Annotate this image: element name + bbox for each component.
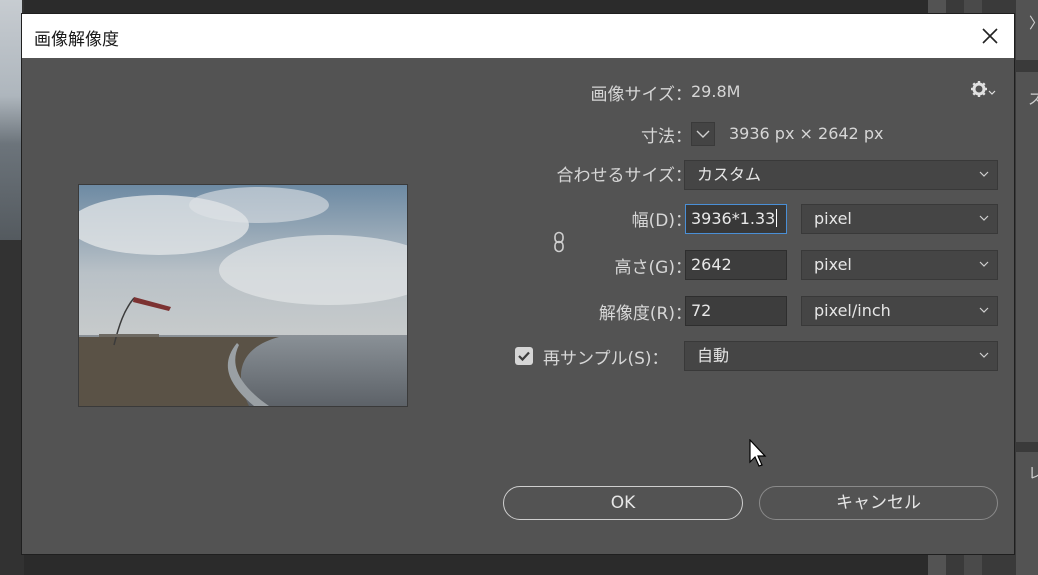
preview-photo xyxy=(79,185,407,406)
chevron-down-icon xyxy=(979,171,989,177)
panel-expand-label[interactable]: 〉 xyxy=(1029,12,1038,33)
resolution-unit-select[interactable]: pixel/inch xyxy=(801,296,998,326)
width-label: 幅(D)： xyxy=(631,211,692,231)
chevron-down-icon xyxy=(979,261,989,267)
resample-checkbox[interactable] xyxy=(515,347,533,365)
height-input[interactable]: 2642 xyxy=(685,250,787,280)
panel-title-fragment: ス xyxy=(1028,90,1038,108)
resolution-unit-value: pixel/inch xyxy=(814,301,891,320)
resample-method-select[interactable]: 自動 xyxy=(684,341,998,371)
image-size-value: 29.8M xyxy=(691,82,741,101)
chevron-down-icon xyxy=(979,307,989,313)
mouse-cursor xyxy=(749,438,769,469)
link-icon xyxy=(554,231,564,253)
height-unit-value: pixel xyxy=(814,255,852,274)
dimensions-unit-dropdown[interactable] xyxy=(691,122,715,146)
width-input[interactable]: 3936*1.33 xyxy=(685,204,787,234)
close-button[interactable] xyxy=(976,22,1004,50)
chevron-down-icon xyxy=(979,352,989,358)
dimensions-value: 3936 px × 2642 px xyxy=(729,124,884,143)
resample-label: 再サンプル(S)： xyxy=(543,349,669,369)
chevron-down-icon xyxy=(979,215,989,221)
height-unit-select[interactable]: pixel xyxy=(801,250,998,280)
width-unit-value: pixel xyxy=(814,209,852,228)
dimensions-label: 寸法： xyxy=(641,127,692,147)
background-canvas-area xyxy=(0,0,24,575)
fit-to-select[interactable]: カスタム xyxy=(684,160,998,190)
fit-to-value: カスタム xyxy=(697,165,762,184)
resolution-label: 解像度(R)： xyxy=(598,304,692,324)
width-unit-select[interactable]: pixel xyxy=(801,204,998,234)
image-size-dialog: 画像解像度 画像サイズ： 29.8M 寸法： 3936 px × 2642 px… xyxy=(22,14,1014,554)
image-preview[interactable] xyxy=(78,184,408,407)
width-value: 3936*1.33 xyxy=(691,209,776,228)
close-icon xyxy=(982,28,998,44)
constrain-proportions-button[interactable] xyxy=(551,231,569,253)
chevron-down-icon xyxy=(696,130,710,138)
background-photo xyxy=(0,0,22,240)
fit-to-label: 合わせるサイズ： xyxy=(556,166,693,186)
panel-title-fragment: レ xyxy=(1028,464,1038,482)
gear-icon xyxy=(971,81,996,97)
mouse-cursor-icon xyxy=(749,438,767,467)
panel-tab xyxy=(1016,72,1038,442)
dialog-titlebar[interactable]: 画像解像度 xyxy=(22,14,1014,58)
resample-method-value: 自動 xyxy=(697,346,730,365)
image-size-label: 画像サイズ： xyxy=(590,85,693,105)
cancel-button[interactable]: キャンセル xyxy=(759,486,998,520)
resolution-value: 72 xyxy=(691,301,712,320)
settings-menu-button[interactable] xyxy=(970,80,996,100)
resolution-input[interactable]: 72 xyxy=(685,296,787,326)
ok-button[interactable]: OK xyxy=(503,486,743,520)
height-label: 高さ(G)： xyxy=(614,258,692,278)
dialog-title: 画像解像度 xyxy=(34,30,119,50)
checkmark-icon xyxy=(518,351,530,362)
height-value: 2642 xyxy=(691,255,732,274)
